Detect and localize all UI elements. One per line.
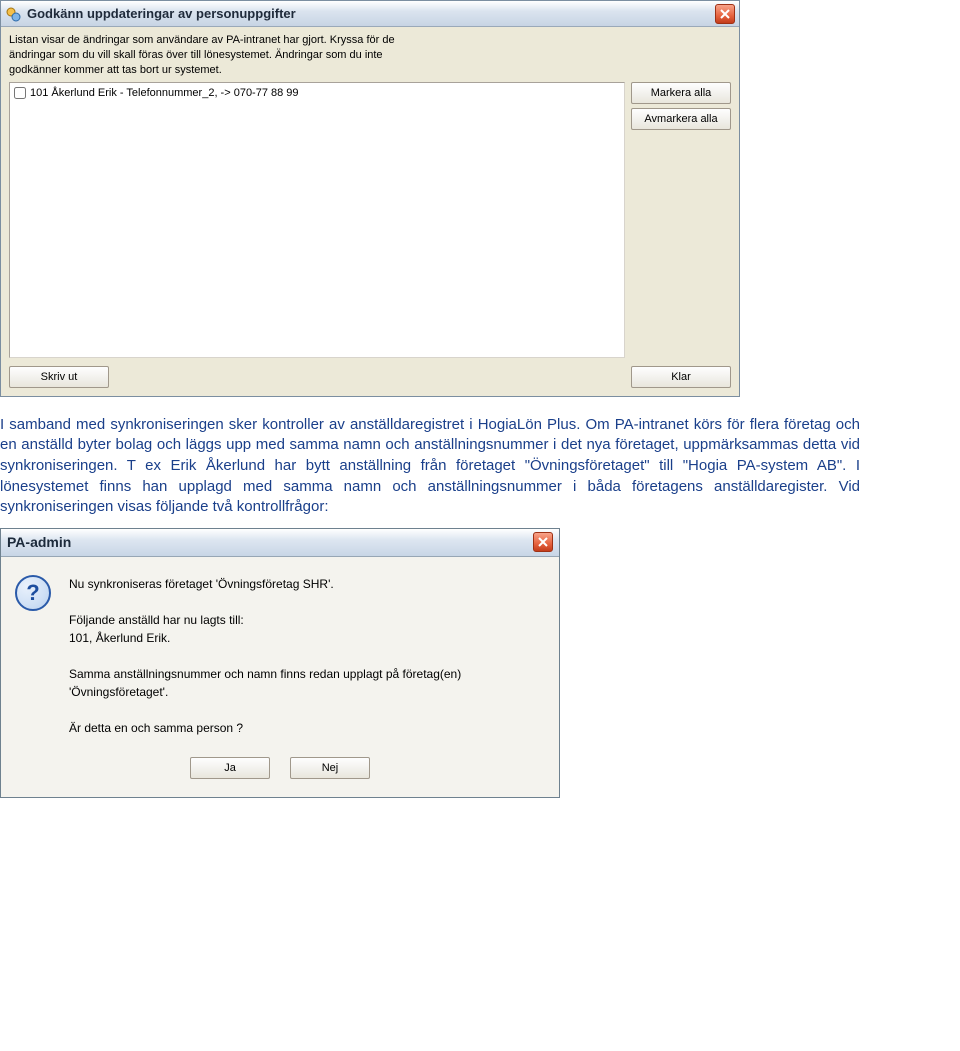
no-button[interactable]: Nej [290, 757, 370, 779]
changes-listbox[interactable]: 101 Åkerlund Erik - Telefonnummer_2, -> … [9, 82, 625, 358]
dialog2-message: Nu synkroniseras företaget 'Övningsföret… [69, 575, 461, 737]
unmark-all-button[interactable]: Avmarkera alla [631, 108, 731, 130]
approve-updates-dialog: Godkänn uppdateringar av personuppgifter… [0, 0, 740, 397]
close-button[interactable] [533, 532, 553, 552]
list-item-label: 101 Åkerlund Erik - Telefonnummer_2, -> … [30, 87, 299, 99]
list-item[interactable]: 101 Åkerlund Erik - Telefonnummer_2, -> … [12, 85, 622, 101]
dialog1-bottom-row: Skriv ut Klar [9, 366, 731, 388]
dialog2-buttons: Ja Nej [1, 743, 559, 797]
yes-button[interactable]: Ja [190, 757, 270, 779]
instructions-text: Listan visar de ändringar som användare … [9, 33, 731, 78]
explanatory-paragraph: I samband med synkroniseringen sker kont… [0, 411, 860, 528]
print-button[interactable]: Skriv ut [9, 366, 109, 388]
mark-all-button[interactable]: Markera alla [631, 82, 731, 104]
dialog1-body: Listan visar de ändringar som användare … [1, 27, 739, 396]
app-icon [5, 6, 21, 22]
list-item-checkbox[interactable] [14, 87, 26, 99]
dialog2-titlebar: PA-admin [1, 529, 559, 557]
done-button[interactable]: Klar [631, 366, 731, 388]
dialog1-titlebar: Godkänn uppdateringar av personuppgifter [1, 1, 739, 27]
dialog2-title: PA-admin [7, 534, 533, 550]
close-button[interactable] [715, 4, 735, 24]
pa-admin-dialog: PA-admin ? Nu synkroniseras företaget 'Ö… [0, 528, 560, 798]
side-buttons: Markera alla Avmarkera alla [631, 82, 731, 358]
dialog1-title: Godkänn uppdateringar av personuppgifter [27, 6, 715, 21]
question-icon: ? [15, 575, 51, 611]
dialog2-body: ? Nu synkroniseras företaget 'Övningsför… [1, 557, 559, 743]
